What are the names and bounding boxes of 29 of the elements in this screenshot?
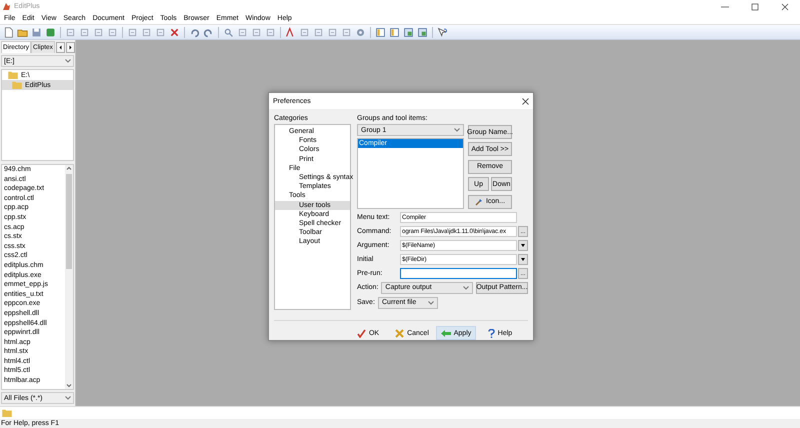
chevron-down-icon bbox=[428, 300, 434, 304]
panel-icon[interactable] bbox=[374, 26, 387, 38]
scroll-down-icon[interactable] bbox=[66, 382, 72, 389]
left-arrow-icon bbox=[440, 328, 451, 338]
window-icon[interactable] bbox=[416, 26, 429, 38]
triangle-down-icon bbox=[521, 244, 525, 247]
chevron-down-icon bbox=[65, 396, 71, 400]
chevron-down-icon bbox=[463, 286, 469, 290]
checkmark-icon bbox=[356, 328, 366, 338]
brush-icon bbox=[474, 198, 483, 206]
scroll-up-icon[interactable] bbox=[66, 165, 72, 172]
scrollbar[interactable] bbox=[65, 165, 73, 389]
cross-icon bbox=[395, 328, 404, 338]
triangle-down-icon bbox=[521, 258, 525, 261]
help-icon[interactable] bbox=[436, 26, 449, 38]
folder-icon bbox=[2, 409, 12, 417]
panel-icon[interactable] bbox=[388, 26, 401, 38]
menu-button[interactable] bbox=[518, 240, 528, 251]
scroll-right-icon[interactable] bbox=[66, 42, 75, 53]
app-logo-icon bbox=[2, 2, 11, 11]
menu-button[interactable] bbox=[518, 254, 528, 265]
close-icon[interactable] bbox=[522, 98, 529, 104]
window-icon[interactable] bbox=[402, 26, 415, 38]
chevron-down-icon bbox=[454, 128, 460, 132]
question-mark-icon bbox=[488, 328, 495, 338]
chevron-down-icon bbox=[65, 59, 71, 63]
text-field[interactable] bbox=[400, 268, 517, 279]
scroll-left-icon[interactable] bbox=[56, 42, 65, 53]
save-icon[interactable] bbox=[30, 26, 43, 38]
